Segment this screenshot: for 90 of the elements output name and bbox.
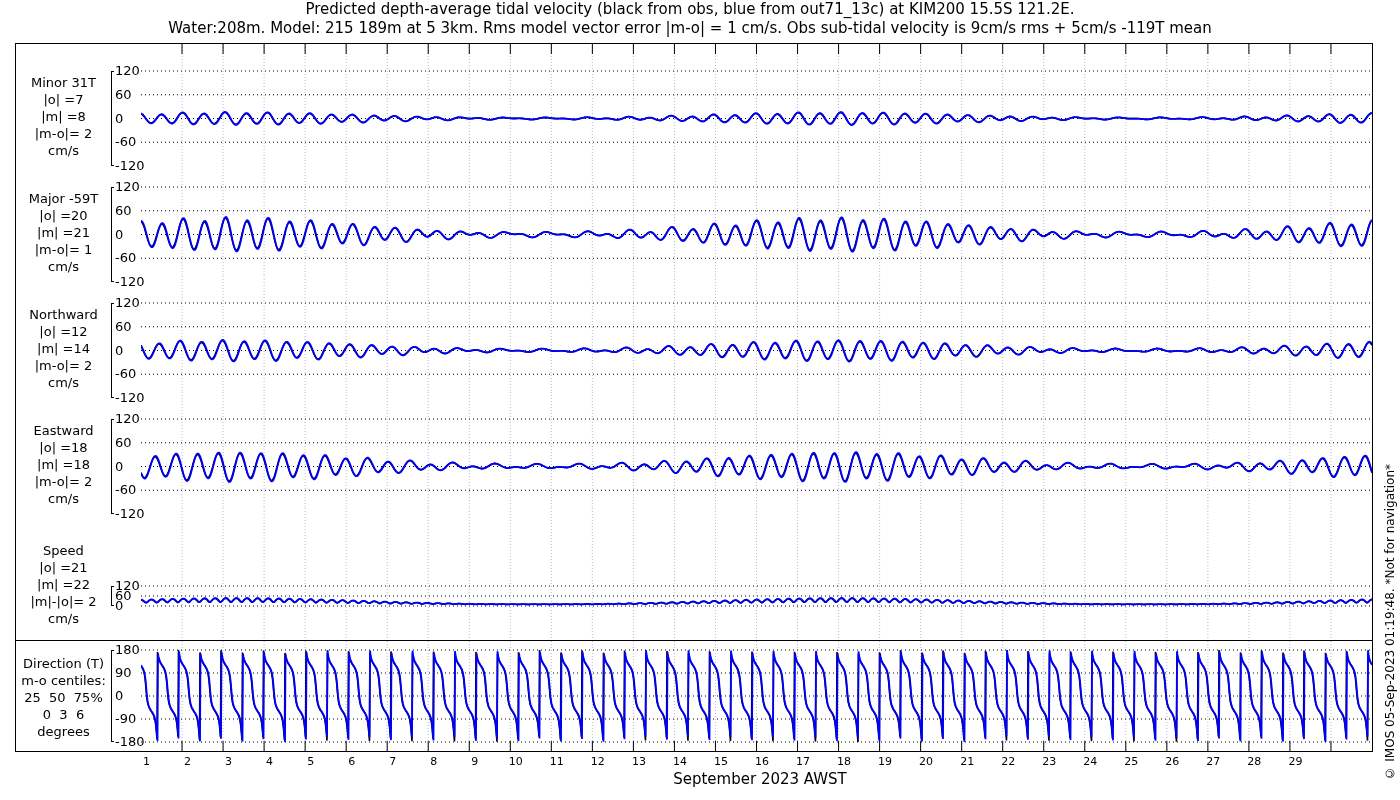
panel-label: 25 50 75% xyxy=(24,689,103,706)
x-tick-label: 5 xyxy=(307,754,315,770)
panel-label: Direction (T) xyxy=(23,655,104,672)
panel-label: Eastward xyxy=(33,422,94,439)
panel-label: Northward xyxy=(29,306,98,323)
chart-title: Predicted depth-average tidal velocity (black from obs, blue from out71_13c) at KIM200 15.5S 121.2E. xyxy=(305,0,1075,19)
y-tick-label: -60 xyxy=(114,367,137,382)
panel-label: cm/s xyxy=(48,610,79,627)
y-tick-label: -120 xyxy=(114,275,145,289)
y-tick-label: 120 xyxy=(114,296,140,310)
panel-label: Speed xyxy=(43,542,84,559)
y-tick-label: -120 xyxy=(114,391,145,405)
y-tick-label: -120 xyxy=(114,507,145,521)
panel-label: cm/s xyxy=(48,374,79,391)
y-tick-label: -60 xyxy=(114,483,137,498)
x-tick-label: 22 xyxy=(1001,754,1016,770)
x-tick-label: 2 xyxy=(184,754,192,770)
x-tick-label: 12 xyxy=(590,754,605,770)
panel-label: |m| =18 xyxy=(37,456,90,473)
panel-label: m-o centiles: xyxy=(21,672,106,689)
x-tick-label: 25 xyxy=(1124,754,1139,770)
y-tick-label: 0 xyxy=(114,459,124,474)
y-tick-label: 0 xyxy=(114,111,124,126)
x-tick-label: 27 xyxy=(1206,754,1221,770)
x-tick-label: 4 xyxy=(266,754,274,770)
x-tick-label: 3 xyxy=(225,754,233,770)
panel-label: |o| =18 xyxy=(39,439,88,456)
x-tick-label: 8 xyxy=(430,754,438,770)
x-tick-label: 16 xyxy=(755,754,769,770)
x-tick-label: 11 xyxy=(549,754,564,770)
x-tick-label: 18 xyxy=(837,754,852,770)
panel-label: |o| =21 xyxy=(39,559,88,576)
panel-label: |o| =12 xyxy=(39,323,88,340)
panel-label: Minor 31T xyxy=(31,74,96,91)
x-tick-label: 13 xyxy=(631,754,646,770)
x-tick-label: 10 xyxy=(508,754,523,770)
panel-label: |m| =21 xyxy=(37,224,90,241)
x-tick-label: 21 xyxy=(960,754,975,770)
y-tick-label: 120 xyxy=(114,64,140,78)
x-tick-label: 6 xyxy=(348,754,356,770)
x-tick-label: 29 xyxy=(1288,754,1303,770)
y-tick-label: 0 xyxy=(114,227,124,242)
panel-label: |m|-|o|= 2 xyxy=(30,593,97,610)
panel-label: |o| =7 xyxy=(43,91,84,108)
panel-label: |m| =8 xyxy=(41,108,86,125)
x-tick-label: 19 xyxy=(878,754,893,770)
panel-label: |m-o|= 2 xyxy=(34,357,93,374)
panel-label: degrees xyxy=(37,723,90,740)
y-tick-label: -60 xyxy=(114,251,137,266)
x-tick-label: 14 xyxy=(672,754,687,770)
x-tick-label: 24 xyxy=(1083,754,1098,770)
y-tick-label: 60 xyxy=(114,319,132,334)
chart-title: Water:208m. Model: 215 189m at 5 3km. Rms model vector error |m-o| = 1 cm/s. Obs sub-tidal velocity is 9cm/s rms + 5cm/s -119T mean xyxy=(168,19,1212,38)
panel-label: cm/s xyxy=(48,142,79,159)
x-tick-label: 15 xyxy=(713,754,728,770)
x-tick-label: 1 xyxy=(143,754,150,770)
panel-label: |m| =22 xyxy=(37,576,90,593)
panel-label: 0 3 6 xyxy=(42,706,85,723)
y-tick-label: 120 xyxy=(114,180,140,194)
panel-label: cm/s xyxy=(48,258,79,275)
y-tick-label: -60 xyxy=(114,135,137,150)
x-tick-label: 28 xyxy=(1247,754,1262,770)
panel-label: |m| =14 xyxy=(37,340,90,357)
y-tick-label: 120 xyxy=(114,412,140,426)
x-axis-label: September 2023 AWST xyxy=(673,770,847,788)
y-tick-label: -90 xyxy=(114,712,137,726)
x-tick-label: 20 xyxy=(919,754,934,770)
y-tick-label: 60 xyxy=(114,435,132,450)
x-tick-label: 23 xyxy=(1042,754,1057,770)
y-axis-line xyxy=(111,586,114,606)
y-tick-label: 90 xyxy=(114,666,132,680)
panel-label: cm/s xyxy=(48,490,79,507)
x-tick-label: 17 xyxy=(796,754,810,770)
panel-label: |m-o|= 1 xyxy=(34,241,93,258)
panel-label: Major -59T xyxy=(28,190,99,207)
panel-label: |m-o|= 2 xyxy=(34,473,93,490)
credit-text: © IMOS 05-Sep-2023 01:19:48. *Not for navigation* xyxy=(1383,464,1397,780)
x-tick-label: 26 xyxy=(1165,754,1180,770)
y-tick-label: 0 xyxy=(114,599,124,613)
x-tick-label: 7 xyxy=(389,754,397,770)
y-tick-label: 60 xyxy=(114,203,132,218)
y-tick-label: -180 xyxy=(114,735,145,749)
y-tick-label: 0 xyxy=(114,689,124,703)
y-tick-label: 180 xyxy=(114,643,140,657)
y-tick-label: -120 xyxy=(114,159,145,173)
panel-label: |o| =20 xyxy=(39,207,88,224)
x-tick-label: 9 xyxy=(471,754,479,770)
panel-label: |m-o|= 2 xyxy=(34,125,93,142)
y-tick-label: 60 xyxy=(114,87,132,102)
y-tick-label: 0 xyxy=(114,343,124,358)
